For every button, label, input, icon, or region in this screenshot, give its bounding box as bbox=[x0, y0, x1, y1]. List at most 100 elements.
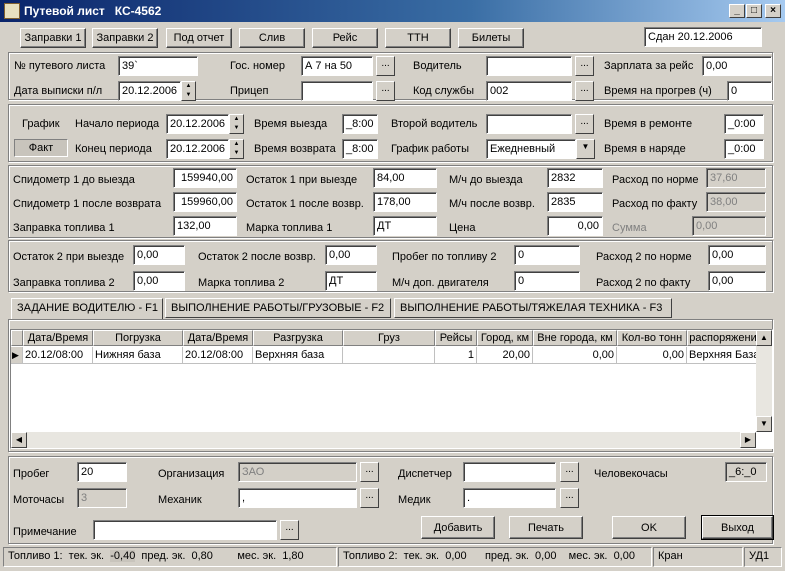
tab-gruzovye[interactable]: ВЫПОЛНЕНИЕ РАБОТЫ/ГРУЗОВЫЕ - F2 bbox=[165, 298, 391, 318]
col-header-razgruzka[interactable]: Разгрузка bbox=[253, 330, 343, 346]
maximize-button[interactable]: □ bbox=[746, 4, 762, 18]
medik-browse-button[interactable]: ... bbox=[560, 488, 579, 508]
org-browse-button[interactable]: ... bbox=[360, 462, 379, 482]
meh-browse-button[interactable]: ... bbox=[360, 488, 379, 508]
table-cell[interactable]: Верхняя База bbox=[687, 347, 759, 364]
zapravki1-button[interactable]: Заправки 1 bbox=[20, 28, 86, 48]
print-button[interactable]: Печать bbox=[509, 516, 583, 539]
progrev-input[interactable]: 0 bbox=[727, 81, 772, 101]
kod-input[interactable]: 002 bbox=[486, 81, 572, 101]
zarp-input[interactable]: 0,00 bbox=[702, 56, 772, 76]
ost1-posle-input[interactable]: 178,00 bbox=[373, 192, 437, 212]
chevron-down-icon[interactable]: ▼ bbox=[576, 139, 595, 159]
grafrab-select[interactable]: Ежедневный bbox=[486, 139, 576, 159]
mch-dop-input[interactable]: 0 bbox=[514, 271, 580, 291]
tab-tyazhelaya[interactable]: ВЫПОЛНЕНИЕ РАБОТЫ/ТЯЖЕЛАЯ ТЕХНИКА - F3 bbox=[394, 298, 672, 318]
horizontal-scrollbar[interactable]: ◀ ▶ bbox=[11, 432, 756, 448]
start-spinner[interactable]: ▲ ▼ bbox=[229, 114, 244, 134]
scroll-down-icon[interactable]: ▼ bbox=[756, 416, 772, 432]
summa-field: 0,00 bbox=[692, 216, 766, 236]
disp-browse-button[interactable]: ... bbox=[560, 462, 579, 482]
fakt2-input[interactable]: 0,00 bbox=[708, 271, 766, 291]
prim-input[interactable] bbox=[93, 520, 277, 540]
ost2-vyezd-input[interactable]: 0,00 bbox=[133, 245, 185, 265]
col-header-datetime1[interactable]: Дата/Время bbox=[23, 330, 93, 346]
marka2-input[interactable]: ДТ bbox=[325, 271, 377, 291]
col-header-datetime2[interactable]: Дата/Время bbox=[183, 330, 253, 346]
cena-input[interactable]: 0,00 bbox=[547, 216, 603, 236]
prim-browse-button[interactable]: ... bbox=[280, 520, 299, 540]
norm2-input[interactable]: 0,00 bbox=[708, 245, 766, 265]
table-cell[interactable]: 20,00 bbox=[477, 347, 533, 364]
vod2-input[interactable] bbox=[486, 114, 572, 134]
pricep-input[interactable] bbox=[301, 81, 373, 101]
table-cell[interactable]: 20.12/08:00 bbox=[183, 347, 253, 364]
vod-input[interactable] bbox=[486, 56, 572, 76]
remont-input[interactable]: _0:00 bbox=[724, 114, 764, 134]
table-cell[interactable] bbox=[343, 347, 435, 364]
scroll-up-icon[interactable]: ▲ bbox=[756, 330, 772, 346]
sp-posle-input[interactable]: 159960,00 bbox=[173, 192, 237, 212]
col-header-gruz[interactable]: Груз bbox=[343, 330, 435, 346]
end-spinner[interactable]: ▲ ▼ bbox=[229, 139, 244, 159]
table-cell[interactable]: 1 bbox=[435, 347, 477, 364]
data-input[interactable]: 20.12.2006 bbox=[118, 81, 181, 101]
col-header-gorod[interactable]: Город, км bbox=[477, 330, 533, 346]
naryad-input[interactable]: _0:00 bbox=[724, 139, 764, 159]
mch-do-input[interactable]: 2832 bbox=[547, 168, 603, 188]
fakt-toggle[interactable]: Факт bbox=[14, 139, 68, 157]
probeg2-input[interactable]: 0 bbox=[514, 245, 580, 265]
mch-posle-input[interactable]: 2835 bbox=[547, 192, 603, 212]
col-header-tonn[interactable]: Кол-во тонн bbox=[617, 330, 687, 346]
medik-input[interactable]: . bbox=[463, 488, 556, 508]
probeg-input[interactable]: 20 bbox=[77, 462, 127, 482]
table-cell[interactable]: Нижняя база bbox=[93, 347, 183, 364]
ok-button[interactable]: OK bbox=[612, 516, 686, 539]
scroll-left-icon[interactable]: ◀ bbox=[11, 432, 27, 448]
col-header-reysy[interactable]: Рейсы bbox=[435, 330, 477, 346]
scroll-right-icon[interactable]: ▶ bbox=[740, 432, 756, 448]
ttn-button[interactable]: ТТН bbox=[385, 28, 451, 48]
sliv-button[interactable]: Слив bbox=[239, 28, 305, 48]
add-button[interactable]: Добавить bbox=[421, 516, 495, 539]
data-spinner[interactable]: ▲ ▼ bbox=[181, 81, 196, 101]
table-cell[interactable]: 20.12/08:00 bbox=[23, 347, 93, 364]
gos-input[interactable]: А 7 на 50 bbox=[301, 56, 373, 76]
marka1-input[interactable]: ДТ bbox=[373, 216, 437, 236]
kod-browse-button[interactable]: ... bbox=[575, 81, 594, 101]
ost2-posle-input[interactable]: 0,00 bbox=[325, 245, 377, 265]
bilety-button[interactable]: Билеты bbox=[458, 28, 524, 48]
vyezd-input[interactable]: _8:00 bbox=[342, 114, 378, 134]
window-title: Путевой лист КС-4562 bbox=[24, 4, 162, 18]
vod2-browse-button[interactable]: ... bbox=[575, 114, 594, 134]
pod-otchet-button[interactable]: Под отчет bbox=[166, 28, 232, 48]
col-header-pogruzka[interactable]: Погрузка bbox=[93, 330, 183, 346]
zapravki2-button[interactable]: Заправки 2 bbox=[92, 28, 158, 48]
table-cell[interactable]: 0,00 bbox=[533, 347, 617, 364]
sp-do-input[interactable]: 159940,00 bbox=[173, 168, 237, 188]
col-header-rasporyazhenie[interactable]: распоряжени bbox=[687, 330, 759, 346]
table-cell[interactable]: Верхняя база bbox=[253, 347, 343, 364]
exit-button[interactable]: Выход bbox=[701, 515, 774, 540]
vertical-scrollbar[interactable]: ▲ ▼ bbox=[756, 330, 772, 432]
nomer-input[interactable]: 39` bbox=[118, 56, 198, 76]
reys-button[interactable]: Рейс bbox=[312, 28, 378, 48]
tab-zadanie[interactable]: ЗАДАНИЕ ВОДИТЕЛЮ - F1 bbox=[11, 298, 163, 319]
pricep-browse-button[interactable]: ... bbox=[376, 81, 395, 101]
tasks-table[interactable]: Дата/Время Погрузка Дата/Время Разгрузка… bbox=[10, 329, 773, 449]
table-cell[interactable]: 0,00 bbox=[617, 347, 687, 364]
close-button[interactable]: × bbox=[765, 4, 781, 18]
zapr1-input[interactable]: 132,00 bbox=[173, 216, 237, 236]
vozvr-input[interactable]: _8:00 bbox=[342, 139, 378, 159]
start-input[interactable]: 20.12.2006 bbox=[166, 114, 229, 134]
disp-input[interactable] bbox=[463, 462, 556, 482]
vod-browse-button[interactable]: ... bbox=[575, 56, 594, 76]
meh-input[interactable]: , bbox=[238, 488, 357, 508]
zapr1-label: Заправка топлива 1 bbox=[13, 222, 115, 234]
end-input[interactable]: 20.12.2006 bbox=[166, 139, 229, 159]
gos-browse-button[interactable]: ... bbox=[376, 56, 395, 76]
minimize-button[interactable]: _ bbox=[729, 4, 745, 18]
ost1-vyezd-input[interactable]: 84,00 bbox=[373, 168, 437, 188]
col-header-vne-goroda[interactable]: Вне города, км bbox=[533, 330, 617, 346]
zapr2-input[interactable]: 0,00 bbox=[133, 271, 185, 291]
